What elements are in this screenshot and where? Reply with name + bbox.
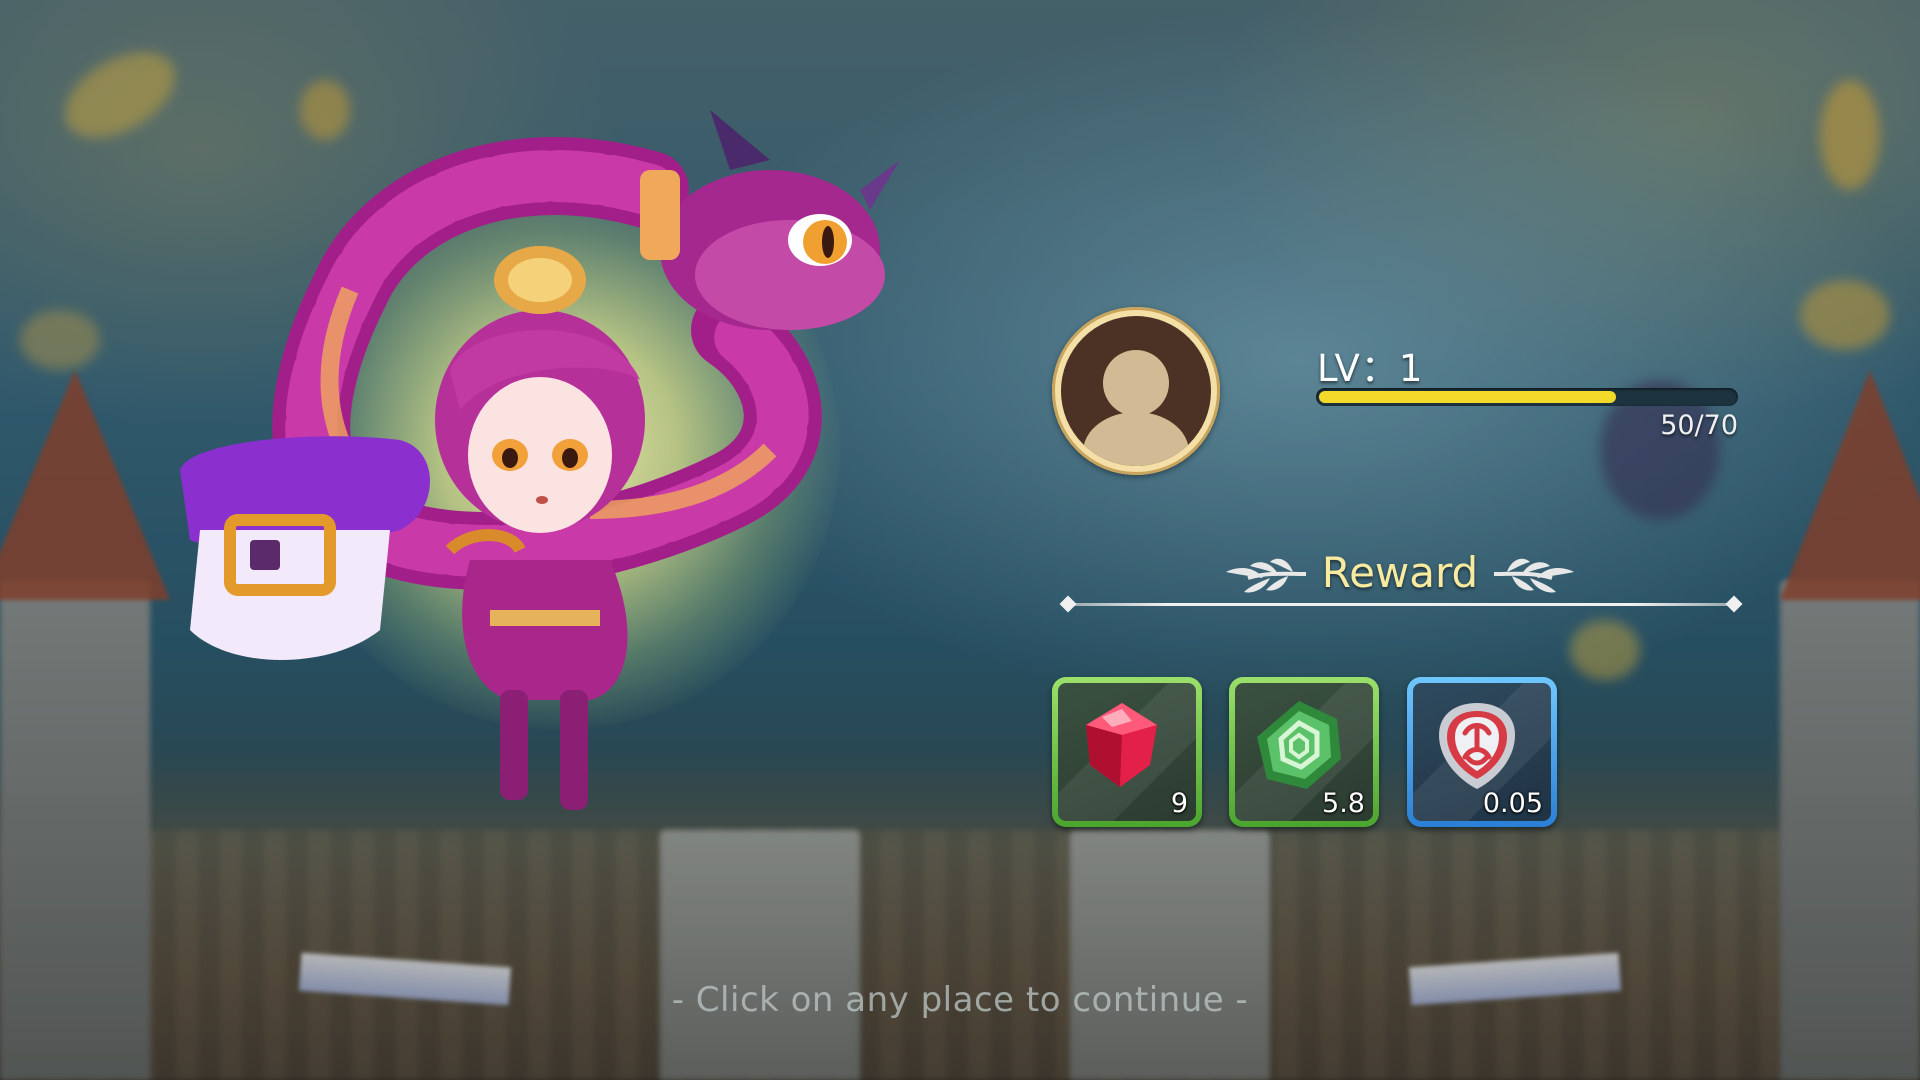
xp-progress-text: 50/70 xyxy=(1660,410,1738,441)
reward-item-shield-emblem[interactable]: 0.05 xyxy=(1407,677,1557,827)
silver-shield-emblem-icon xyxy=(1439,703,1515,789)
reward-divider xyxy=(1066,603,1736,606)
avatar-placeholder xyxy=(1061,316,1211,466)
game-result-screen: LV：1 50/70 Reward 9 5.8 0.05 - Click on … xyxy=(0,0,1920,1080)
reward-quantity: 0.05 xyxy=(1482,788,1543,819)
green-rune-icon xyxy=(1257,701,1341,789)
red-gem-icon xyxy=(1086,703,1157,787)
player-avatar xyxy=(1052,307,1220,475)
continue-overlay[interactable] xyxy=(0,0,1920,1080)
reward-item-green-rune[interactable]: 5.8 xyxy=(1229,677,1379,827)
avatar-silhouette-head xyxy=(1103,350,1169,416)
xp-progress-bar xyxy=(1316,388,1738,406)
reward-quantity: 9 xyxy=(1170,788,1188,819)
reward-item-red-gem[interactable]: 9 xyxy=(1052,677,1202,827)
xp-progress-fill xyxy=(1319,391,1616,403)
continue-hint: - Click on any place to continue - xyxy=(671,980,1249,1020)
reward-quantity: 5.8 xyxy=(1322,788,1365,819)
reward-title: Reward xyxy=(1321,548,1479,597)
player-level-label: LV：1 xyxy=(1317,347,1424,390)
right-laurel-icon xyxy=(1493,558,1574,593)
avatar-silhouette-body xyxy=(1083,412,1189,466)
